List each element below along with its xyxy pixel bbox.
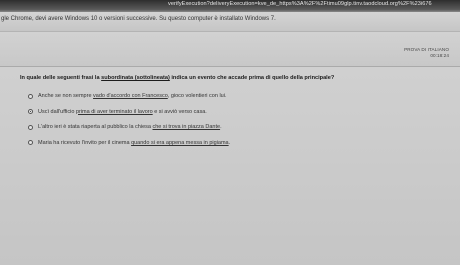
option-prefix: Anche se non sempre [38,93,94,99]
radio-button[interactable] [28,93,33,99]
option-prefix: Maria ha ricevuto l'invito per il cinema [38,139,132,146]
exam-info: PROVA DI ITALIANO 00:18:24 [404,47,449,59]
question-part-underlined: subordinata (sottolineata) [101,75,170,81]
url-text: verifyExecution?deliveryExecution=kve_de… [168,1,432,7]
option-suffix: , gioco volentieri con lui. [167,93,227,99]
question-panel: In quale delle seguenti frasi la subordi… [0,67,460,265]
answer-option[interactable]: L'altro ieri è stata riaperta al pubblic… [28,124,230,130]
radio-button[interactable] [28,109,33,115]
answer-options: Anche se non sempre vado d'accordo con F… [28,93,230,155]
question-text: In quale delle seguenti frasi la subordi… [20,75,334,81]
option-prefix: Uscì dall'ufficio [38,108,76,115]
option-underlined: prima di aver terminato il lavoro [75,108,153,115]
option-suffix: e si avviò verso casa. [152,108,207,115]
option-underlined: quando si era appena messa in pigiama [131,139,229,146]
address-bar[interactable]: verifyExecution?deliveryExecution=kve_de… [0,0,460,12]
option-text[interactable]: L'altro ieri è stata riaperta al pubblic… [38,124,222,130]
option-text[interactable]: Anche se non sempre vado d'accordo con F… [38,93,226,99]
radio-button[interactable] [28,124,33,130]
option-suffix: . [228,139,231,146]
answer-option[interactable]: Uscì dall'ufficio prima di aver terminat… [28,109,230,115]
answer-option[interactable]: Anche se non sempre vado d'accordo con F… [28,93,230,99]
option-suffix: . [220,124,222,131]
exam-timer: 00:18:24 [430,53,449,58]
exam-header: PROVA DI ITALIANO 00:18:24 [0,32,460,67]
option-text[interactable]: Uscì dall'ufficio prima di aver terminat… [38,109,207,115]
question-part-2: indica un evento che accade prima di que… [169,75,335,81]
banner-message: gle Chrome, devi avere Windows 10 o vers… [1,16,276,22]
option-text[interactable]: Maria ha ricevuto l'invito per il cinema… [38,140,230,146]
option-underlined: che si trova in piazza Dante [152,124,221,131]
browser-warning-banner: gle Chrome, devi avere Windows 10 o vers… [0,12,460,32]
question-part-1: In quale delle seguenti frasi la [20,75,102,81]
answer-option[interactable]: Maria ha ricevuto l'invito per il cinema… [28,140,230,146]
option-prefix: L'altro ieri è stata riaperta al pubblic… [38,124,153,131]
radio-button[interactable] [28,140,33,146]
option-underlined: vado d'accordo con Francesco [93,93,168,99]
